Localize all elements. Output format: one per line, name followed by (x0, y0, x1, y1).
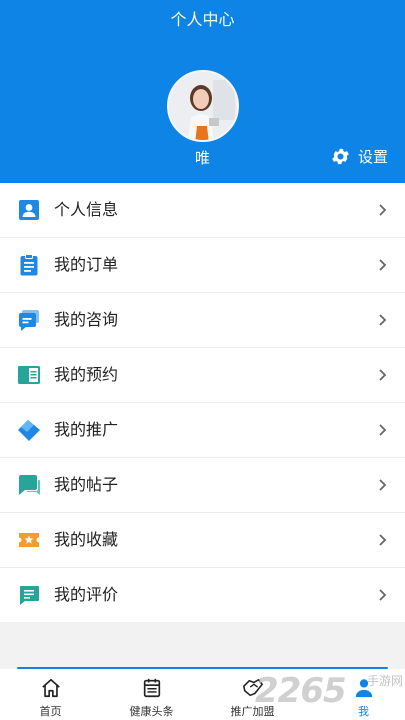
menu-item-consultation[interactable]: 我的咨询 (0, 293, 405, 348)
menu-item-reviews[interactable]: 我的评价 (0, 568, 405, 623)
menu-item-favorites[interactable]: 我的收藏 (0, 513, 405, 568)
star-ticket-icon (19, 533, 39, 547)
page-title: 个人中心 (170, 10, 235, 29)
settings-label: 设置 (357, 147, 388, 166)
home-icon (41, 678, 60, 698)
person-card-icon (19, 200, 39, 220)
menu-item-label: 我的预约 (54, 365, 119, 384)
tab-label: 首页 (39, 705, 62, 718)
menu-item-label: 个人信息 (54, 200, 119, 219)
menu-item-orders[interactable]: 我的订单 (0, 238, 405, 293)
gear-icon (332, 148, 349, 164)
calendar-news-icon (143, 678, 160, 698)
chevron-right-icon (379, 204, 387, 216)
tab-home[interactable]: 首页 (0, 669, 101, 720)
menu-item-personal-info[interactable]: 个人信息 (0, 183, 405, 238)
menu-item-label: 我的订单 (54, 255, 119, 274)
menu-item-label: 我的收藏 (54, 530, 119, 549)
watermark-logo: 2265 手游网 (255, 668, 405, 720)
chevron-right-icon (379, 479, 387, 491)
comment-icon (19, 586, 39, 605)
tab-label: 健康头条 (129, 705, 174, 718)
avatar[interactable] (167, 70, 239, 142)
book-icon (18, 366, 40, 384)
chevron-right-icon (379, 259, 387, 271)
chevron-right-icon (379, 369, 387, 381)
menu-item-appointment[interactable]: 我的预约 (0, 348, 405, 403)
chat-bubble-icon (19, 310, 39, 331)
profile-header: 个人中心 唯 设置 (0, 0, 405, 183)
menu-item-label: 我的咨询 (54, 310, 119, 329)
menu-item-label: 我的帖子 (54, 475, 119, 494)
menu-item-label: 我的推广 (54, 420, 119, 439)
watermark-number: 2265 (255, 671, 347, 711)
menu-item-promotion[interactable]: 我的推广 (0, 403, 405, 458)
menu-list: 个人信息 我的订单 我的咨询 我的预约 我的推广 我的帖子 我的收藏 我的评价 (0, 183, 405, 623)
clipboard-icon (20, 254, 38, 276)
tab-health-news[interactable]: 健康头条 (101, 669, 202, 720)
tag-icon (18, 420, 40, 441)
chevron-right-icon (379, 424, 387, 436)
empty-area (0, 622, 405, 668)
message-icon (19, 475, 40, 495)
menu-item-label: 我的评价 (54, 585, 119, 604)
watermark-text: 手游网 (366, 674, 403, 688)
chevron-right-icon (379, 589, 387, 601)
avatar-photo (169, 72, 237, 140)
menu-item-posts[interactable]: 我的帖子 (0, 458, 405, 513)
chevron-right-icon (379, 534, 387, 546)
chevron-right-icon (379, 314, 387, 326)
settings-button[interactable]: 设置 (330, 145, 388, 167)
